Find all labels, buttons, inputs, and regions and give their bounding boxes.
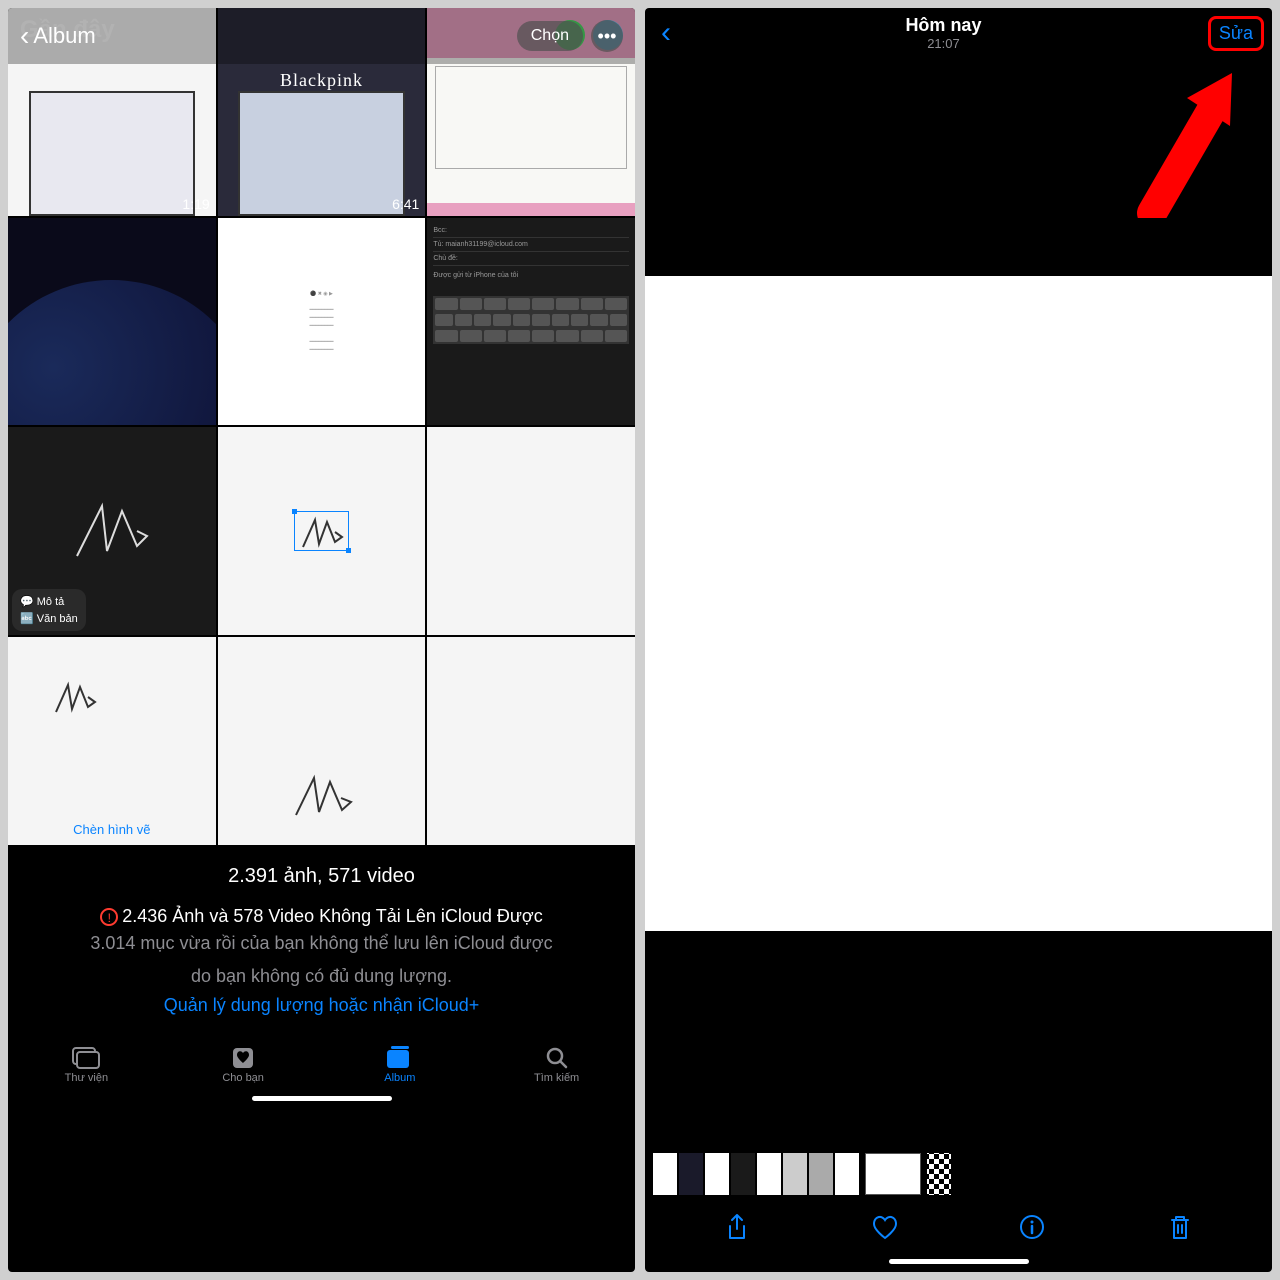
photo-grid: Gần đây 1:19 Blackpink 6:41 ⚫ ✖ <box>8 8 635 845</box>
album-icon <box>385 1046 415 1070</box>
thumb-9[interactable]: Chèn hình vẽ <box>8 637 216 845</box>
edit-button[interactable]: Sửa <box>1208 16 1264 51</box>
tab-album[interactable]: Album <box>322 1046 479 1084</box>
thumb-11[interactable] <box>427 637 635 845</box>
video-duration: 1:19 <box>182 196 209 212</box>
strip-thumb[interactable] <box>835 1153 859 1195</box>
tab-library[interactable]: Thư viện <box>8 1046 165 1084</box>
error-detail-2: do bạn không có đủ dung lượng. <box>24 964 619 989</box>
strip-thumb[interactable] <box>679 1153 703 1195</box>
tab-bar: Thư viện Cho bạn Album Tìm kiếm <box>8 1036 635 1092</box>
strip-thumb[interactable] <box>783 1153 807 1195</box>
thumb-10[interactable] <box>218 637 426 845</box>
select-button[interactable]: Chọn <box>517 21 583 51</box>
error-detail-1: 3.014 mục vừa rồi của bạn không thể lưu … <box>24 931 619 956</box>
selection-box <box>294 511 349 551</box>
favorite-button[interactable] <box>870 1212 900 1242</box>
for-you-icon <box>228 1046 258 1070</box>
item-counts: 2.391 ảnh, 571 video <box>24 865 619 888</box>
library-icon <box>71 1046 101 1070</box>
menu-describe[interactable]: 💬 Mô tả <box>20 593 78 610</box>
delete-button[interactable] <box>1165 1212 1195 1242</box>
strip-thumb[interactable] <box>653 1153 677 1195</box>
tab-for-you[interactable]: Cho bạn <box>165 1046 322 1084</box>
thumbnail-strip[interactable] <box>645 1149 1272 1199</box>
home-indicator[interactable] <box>889 1259 1029 1264</box>
current-photo <box>645 276 1272 931</box>
detail-header: ‹ Hôm nay 21:07 Sửa <box>645 8 1272 58</box>
alert-icon: ! <box>100 908 118 926</box>
icloud-error: !2.436 Ảnh và 578 Video Không Tải Lên iC… <box>24 906 619 927</box>
back-chevron-icon[interactable]: ‹ <box>20 20 29 52</box>
info-button[interactable] <box>1017 1212 1047 1242</box>
thumb-4[interactable]: ⚫ ✖ ◉ ▶━━━━━━━━━━━━━━━━━━━━━━━━━━━━━━━━━… <box>218 218 426 426</box>
annotation-arrow <box>1132 68 1242 218</box>
video-duration: 6:41 <box>392 196 419 212</box>
search-icon <box>542 1046 572 1070</box>
strip-thumb[interactable] <box>809 1153 833 1195</box>
detail-toolbar <box>645 1199 1272 1255</box>
library-info: 2.391 ảnh, 571 video !2.436 Ảnh và 578 V… <box>8 845 635 1036</box>
thumb-8[interactable] <box>427 427 635 635</box>
more-button[interactable]: ••• <box>591 20 623 52</box>
photo-date: Hôm nay <box>679 15 1208 36</box>
strip-thumb[interactable] <box>927 1153 951 1195</box>
thumb-5[interactable]: Bcc: Tủ: maianh31199@icloud.com Chủ đề: … <box>427 218 635 426</box>
strip-thumb[interactable] <box>757 1153 781 1195</box>
thumb-7[interactable] <box>218 427 426 635</box>
home-indicator[interactable] <box>252 1096 392 1101</box>
photo-time: 21:07 <box>679 36 1208 51</box>
album-grid-screen: ‹ Album Chọn ••• Gần đây 1:19 Blackpink … <box>8 8 635 1272</box>
strip-thumb[interactable] <box>731 1153 755 1195</box>
manage-storage-link[interactable]: Quản lý dung lượng hoặc nhận iCloud+ <box>24 995 619 1016</box>
strip-thumb[interactable] <box>705 1153 729 1195</box>
menu-text[interactable]: 🔤 Văn bản <box>20 610 78 627</box>
thumb-3[interactable] <box>8 218 216 426</box>
insert-drawing-button[interactable]: Chèn hình vẽ <box>73 822 150 837</box>
thumb-6[interactable]: 💬 Mô tả 🔤 Văn bản <box>8 427 216 635</box>
context-menu[interactable]: 💬 Mô tả 🔤 Văn bản <box>12 589 86 631</box>
back-button[interactable]: ‹ <box>653 16 679 50</box>
photo-detail-screen: ‹ Hôm nay 21:07 Sửa <box>645 8 1272 1272</box>
blackpink-text: Blackpink <box>280 70 363 91</box>
strip-thumb-current[interactable] <box>865 1153 921 1195</box>
share-button[interactable] <box>722 1212 752 1242</box>
album-header: ‹ Album Chọn ••• <box>8 8 635 64</box>
album-title[interactable]: Album <box>33 23 95 49</box>
tab-search[interactable]: Tìm kiếm <box>478 1046 635 1084</box>
photo-viewer[interactable] <box>645 58 1272 1149</box>
